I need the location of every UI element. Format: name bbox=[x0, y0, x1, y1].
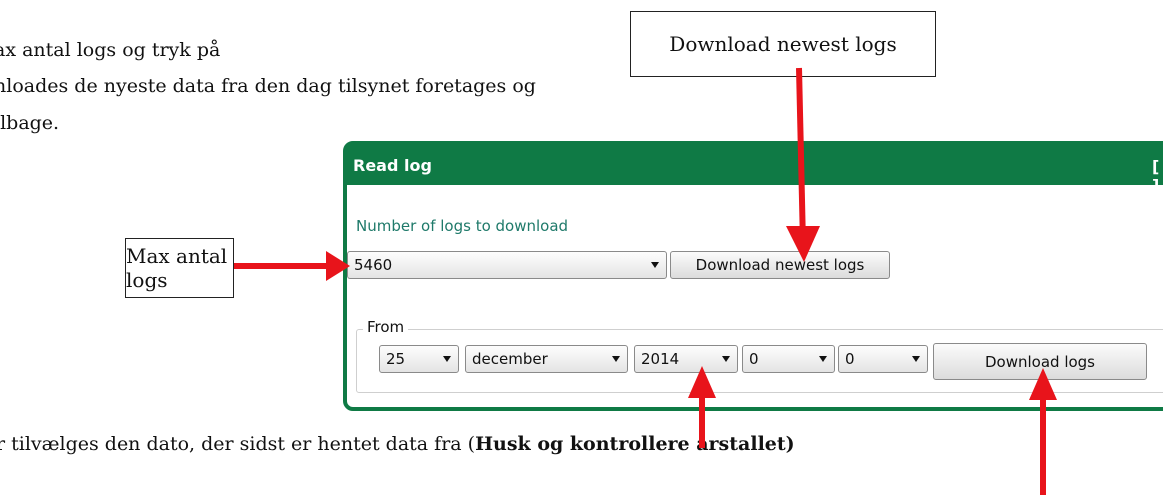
callout-max-antal: Max antal logs bbox=[125, 238, 234, 298]
download-logs-button[interactable]: Download logs bbox=[933, 343, 1147, 380]
number-of-logs-label: Number of logs to download bbox=[356, 217, 569, 235]
hour-select[interactable]: 0 bbox=[742, 345, 835, 373]
download-newest-logs-button[interactable]: Download newest logs bbox=[670, 251, 890, 279]
doc-bottom-line: r tilvælges den dato, der sidst er hente… bbox=[0, 431, 795, 457]
chevron-down-icon bbox=[722, 356, 730, 362]
chevron-down-icon bbox=[443, 356, 451, 362]
panel-header: Read log bbox=[347, 145, 1163, 185]
doc-line-1: ax antal logs og tryk på bbox=[0, 39, 221, 61]
chevron-down-icon bbox=[912, 356, 920, 362]
day-select[interactable]: 25 bbox=[379, 345, 459, 373]
help-button[interactable]: [ ? ] bbox=[1152, 157, 1163, 195]
doc-line-2: nloades de nyeste data fra den dag tilsy… bbox=[0, 75, 536, 97]
month-value: december bbox=[472, 350, 548, 368]
hour-value: 0 bbox=[749, 350, 759, 368]
from-legend: From bbox=[363, 318, 409, 336]
read-log-panel: Read log [ ? ] Number of logs to downloa… bbox=[343, 141, 1163, 411]
panel-title: Read log bbox=[353, 155, 432, 175]
chevron-down-icon bbox=[819, 356, 827, 362]
number-of-logs-value: 5460 bbox=[354, 256, 393, 274]
year-value: 2014 bbox=[641, 350, 680, 368]
chevron-down-icon bbox=[612, 356, 620, 362]
month-select[interactable]: december bbox=[465, 345, 628, 373]
chevron-down-icon bbox=[651, 262, 659, 268]
minute-select[interactable]: 0 bbox=[838, 345, 928, 373]
day-value: 25 bbox=[386, 350, 406, 368]
year-select[interactable]: 2014 bbox=[634, 345, 738, 373]
minute-value: 0 bbox=[845, 350, 855, 368]
doc-line-3: ilbage. bbox=[0, 112, 60, 134]
number-of-logs-select[interactable]: 5460 bbox=[347, 251, 667, 279]
callout-download-newest: Download newest logs bbox=[630, 11, 936, 77]
doc-bottom-prefix: r tilvælges den dato, der sidst er hente… bbox=[0, 433, 476, 455]
arrow-to-number-select bbox=[234, 251, 350, 281]
doc-bottom-bold: Husk og kontrollere årstallet) bbox=[475, 433, 795, 455]
